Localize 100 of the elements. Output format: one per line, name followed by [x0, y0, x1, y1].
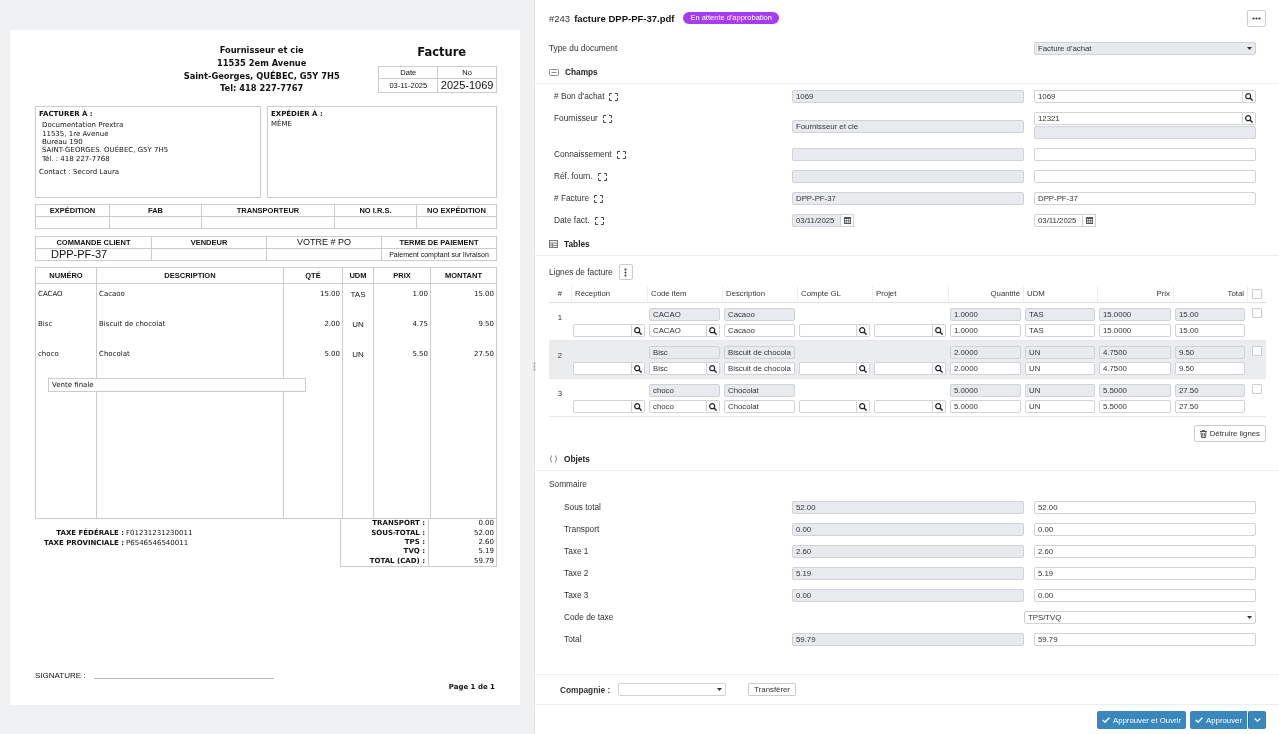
input-field[interactable] — [799, 324, 857, 337]
kebab-icon — [624, 267, 628, 277]
field-label: Taxe 3 — [563, 589, 590, 602]
table-label: Lignes de facture — [549, 267, 613, 277]
search-button[interactable] — [632, 400, 645, 413]
search-button[interactable] — [933, 324, 946, 337]
check-icon — [1101, 717, 1110, 723]
input-field[interactable] — [573, 400, 632, 413]
search-button[interactable] — [933, 400, 946, 413]
input-field[interactable] — [573, 362, 632, 375]
search-button[interactable] — [1243, 112, 1256, 125]
field-label: Réf. fourn. — [554, 170, 593, 183]
signature-label: SIGNATURE : — [35, 671, 86, 680]
section-title: Champs — [565, 67, 598, 77]
input-field[interactable] — [874, 362, 933, 375]
search-button[interactable] — [707, 362, 720, 375]
trash-icon — [1199, 429, 1207, 438]
search-button[interactable] — [632, 324, 645, 337]
calendar-icon — [843, 217, 851, 224]
company-label: Compagnie : — [560, 684, 611, 695]
search-icon — [709, 402, 717, 411]
corners-icon[interactable] — [602, 114, 612, 123]
field-label: Code de taxe — [563, 611, 615, 624]
more-button[interactable] — [1247, 9, 1266, 27]
search-icon — [859, 326, 867, 335]
calendar-button[interactable] — [841, 214, 854, 227]
input-field[interactable] — [573, 324, 632, 337]
field-label: Total — [563, 633, 583, 646]
calendar-button[interactable] — [1083, 214, 1096, 227]
summary-title: Sommaire — [549, 478, 588, 491]
search-icon — [1245, 114, 1253, 123]
search-icon — [634, 402, 642, 411]
search-button[interactable] — [707, 400, 720, 413]
field-label: Type du document — [549, 42, 619, 55]
input-field[interactable] — [874, 400, 933, 413]
text-field-icon — [549, 68, 559, 76]
meta-value: 2025-1069 — [439, 79, 495, 92]
search-icon — [634, 326, 642, 335]
search-icon — [859, 364, 867, 373]
caret-icon — [1247, 47, 1252, 50]
search-button[interactable] — [857, 324, 870, 337]
corners-icon[interactable] — [597, 172, 607, 181]
field-label: Sous total — [563, 501, 602, 514]
table-cell: UN — [352, 350, 364, 360]
search-icon — [859, 402, 867, 411]
brackets-icon — [549, 455, 558, 463]
checkbox[interactable] — [1251, 346, 1262, 356]
checkbox[interactable] — [1251, 384, 1262, 394]
search-icon — [709, 326, 717, 335]
input-field[interactable] — [1034, 148, 1256, 161]
caret-icon — [717, 688, 723, 691]
field-label: # Facture — [554, 192, 590, 205]
input-field[interactable] — [1034, 170, 1256, 183]
document-title: Facture — [416, 44, 468, 61]
table-cell: UN — [352, 320, 364, 330]
search-icon — [935, 364, 943, 373]
ellipsis-icon — [1252, 16, 1261, 20]
checkbox[interactable] — [1251, 308, 1262, 318]
section-title: Tables — [564, 239, 590, 249]
document-number: #243 — [549, 12, 571, 24]
search-button[interactable] — [707, 324, 720, 337]
calendar-icon — [1085, 217, 1093, 224]
search-button[interactable] — [632, 362, 645, 375]
field-label: Taxe 1 — [563, 545, 590, 558]
field-label: Transport — [563, 523, 601, 536]
check-icon — [1195, 717, 1203, 723]
field-label: Date fact. — [554, 214, 590, 227]
search-button[interactable] — [1243, 90, 1256, 103]
corners-icon[interactable] — [616, 150, 626, 159]
corners-icon[interactable] — [594, 216, 604, 225]
field-label: Taxe 2 — [563, 567, 590, 580]
search-icon — [935, 402, 943, 411]
field-label: # Bon d'achat — [554, 90, 605, 103]
file-name: facture DPP-PF-37.pdf — [574, 12, 675, 24]
checkbox[interactable] — [1252, 289, 1262, 299]
search-icon — [1245, 92, 1253, 101]
supplier-line: Saint-Georges, QUÉBEC, G5Y 7H5 — [182, 69, 341, 83]
section-title: Objets — [564, 454, 590, 464]
search-icon — [935, 326, 943, 335]
search-button[interactable] — [857, 362, 870, 375]
search-button[interactable] — [933, 362, 946, 375]
corners-icon[interactable] — [594, 194, 604, 203]
column-header: VOTRE # PO — [267, 237, 381, 250]
table-cell: DPP-PF-37 — [51, 248, 108, 261]
field-label: Fournisseur — [554, 112, 598, 125]
corners-icon[interactable] — [609, 92, 619, 101]
search-button[interactable] — [857, 400, 870, 413]
input-field[interactable] — [799, 362, 857, 375]
resize-handle-icon[interactable] — [533, 362, 536, 371]
field-label: Connaissement — [554, 148, 612, 161]
table-cell: TAS — [350, 290, 366, 300]
search-icon — [634, 364, 642, 373]
supplier-line: Tel: 418 227-7767 — [219, 82, 305, 96]
input-field[interactable] — [874, 324, 933, 337]
search-icon — [709, 364, 717, 373]
chevron-down-icon — [1254, 718, 1261, 722]
table-icon — [549, 240, 558, 248]
input-field[interactable] — [799, 400, 857, 413]
dropdown-button[interactable] — [1248, 711, 1266, 729]
supplier-line: 11535 2em Avenue — [216, 56, 308, 70]
